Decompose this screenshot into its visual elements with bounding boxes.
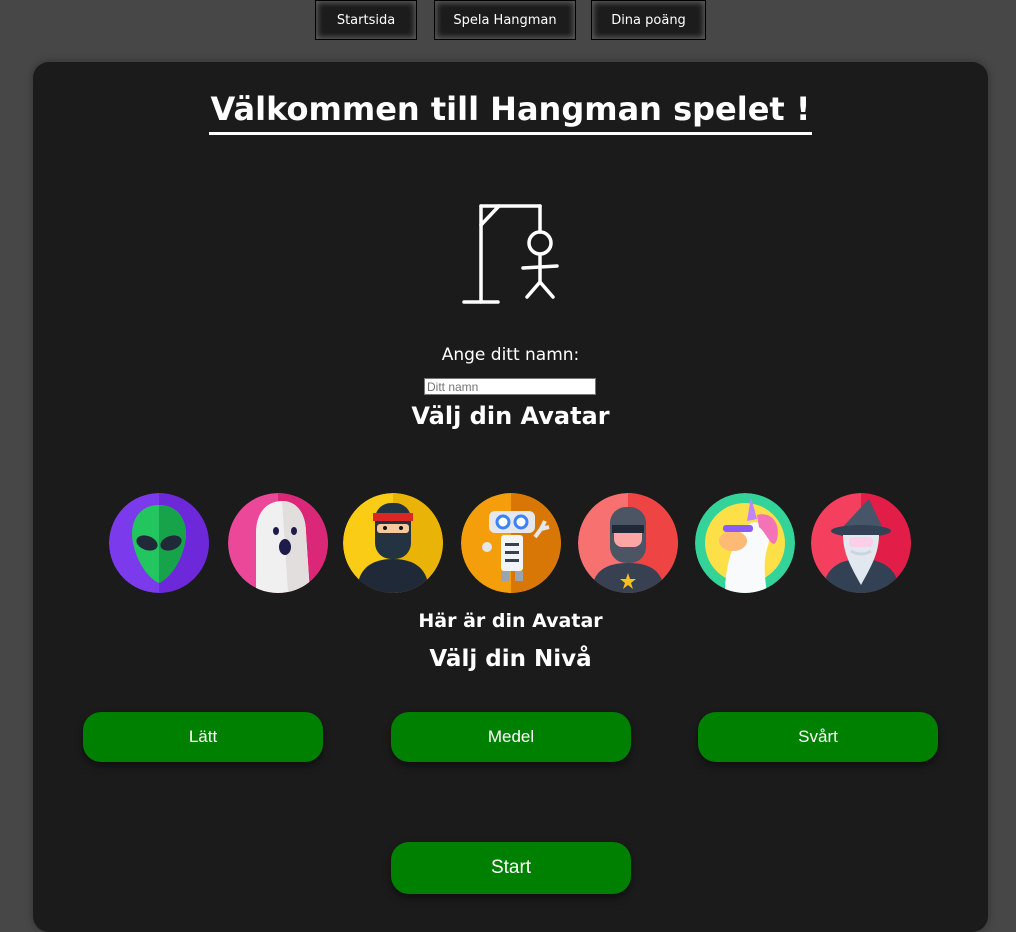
start-button[interactable]: Start — [391, 842, 631, 894]
level-heading: Välj din Nivå — [429, 646, 592, 672]
main-card: Välkommen till Hangman spelet ! Ange dit… — [33, 62, 988, 932]
avatar-heading: Välj din Avatar — [411, 402, 610, 430]
hangman-icon — [461, 202, 561, 312]
name-input[interactable] — [424, 378, 596, 395]
masked-hero-avatar[interactable] — [578, 493, 678, 593]
level-easy-button[interactable]: Lätt — [83, 712, 323, 762]
level-medium-button[interactable]: Medel — [391, 712, 631, 762]
name-label: Ange ditt namn: — [441, 345, 580, 365]
ninja-avatar[interactable] — [343, 493, 443, 593]
selected-avatar-label: Här är din Avatar — [418, 610, 603, 632]
nav-startsida-button[interactable]: Startsida — [315, 0, 417, 40]
nav-dina-poang-button[interactable]: Dina poäng — [591, 0, 706, 40]
level-hard-button[interactable]: Svårt — [698, 712, 938, 762]
avatar-list — [33, 493, 988, 593]
unicorn-avatar[interactable] — [695, 493, 795, 593]
nav-spela-hangman-button[interactable]: Spela Hangman — [434, 0, 576, 40]
wizard-avatar[interactable] — [811, 493, 911, 593]
page-title: Välkommen till Hangman spelet ! — [33, 90, 988, 135]
robot-avatar[interactable] — [461, 493, 561, 593]
ghost-avatar[interactable] — [228, 493, 328, 593]
alien-avatar[interactable] — [109, 493, 209, 593]
